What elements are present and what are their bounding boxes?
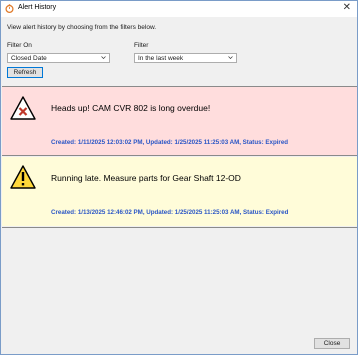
refresh-button[interactable]: Refresh: [7, 67, 43, 78]
alert-item: Heads up! CAM CVR 802 is long overdue! C…: [2, 87, 357, 156]
alert-list: Heads up! CAM CVR 802 is long overdue! C…: [2, 86, 357, 228]
chevron-down-icon: [101, 56, 106, 59]
alert-meta: Created: 1/11/2025 12:03:02 PM, Updated:…: [51, 139, 289, 146]
filter-value: In the last week: [138, 55, 184, 62]
app-icon: [5, 4, 14, 13]
error-icon: [10, 96, 36, 120]
filter-on-label: Filter On: [7, 42, 32, 49]
alert-item: Running late. Measure parts for Gear Sha…: [2, 157, 357, 226]
filter-label: Filter: [134, 42, 149, 49]
alert-history-window: Alert History ✕ View alert history by ch…: [0, 0, 358, 355]
chevron-down-icon: [228, 56, 233, 59]
title-bar: Alert History ✕: [1, 1, 357, 17]
filter-select[interactable]: In the last week: [134, 53, 237, 63]
alert-message: Heads up! CAM CVR 802 is long overdue!: [51, 103, 211, 113]
window-title: Alert History: [18, 4, 57, 11]
alert-meta: Created: 1/13/2025 12:46:02 PM, Updated:…: [51, 209, 289, 216]
filter-on-value: Closed Date: [11, 55, 47, 62]
close-window-icon[interactable]: ✕: [343, 2, 351, 14]
alert-message: Running late. Measure parts for Gear Sha…: [51, 173, 241, 183]
warning-icon: [10, 165, 36, 189]
description-text: View alert history by choosing from the …: [7, 24, 157, 31]
filter-on-select[interactable]: Closed Date: [7, 53, 110, 63]
close-button[interactable]: Close: [314, 338, 350, 349]
